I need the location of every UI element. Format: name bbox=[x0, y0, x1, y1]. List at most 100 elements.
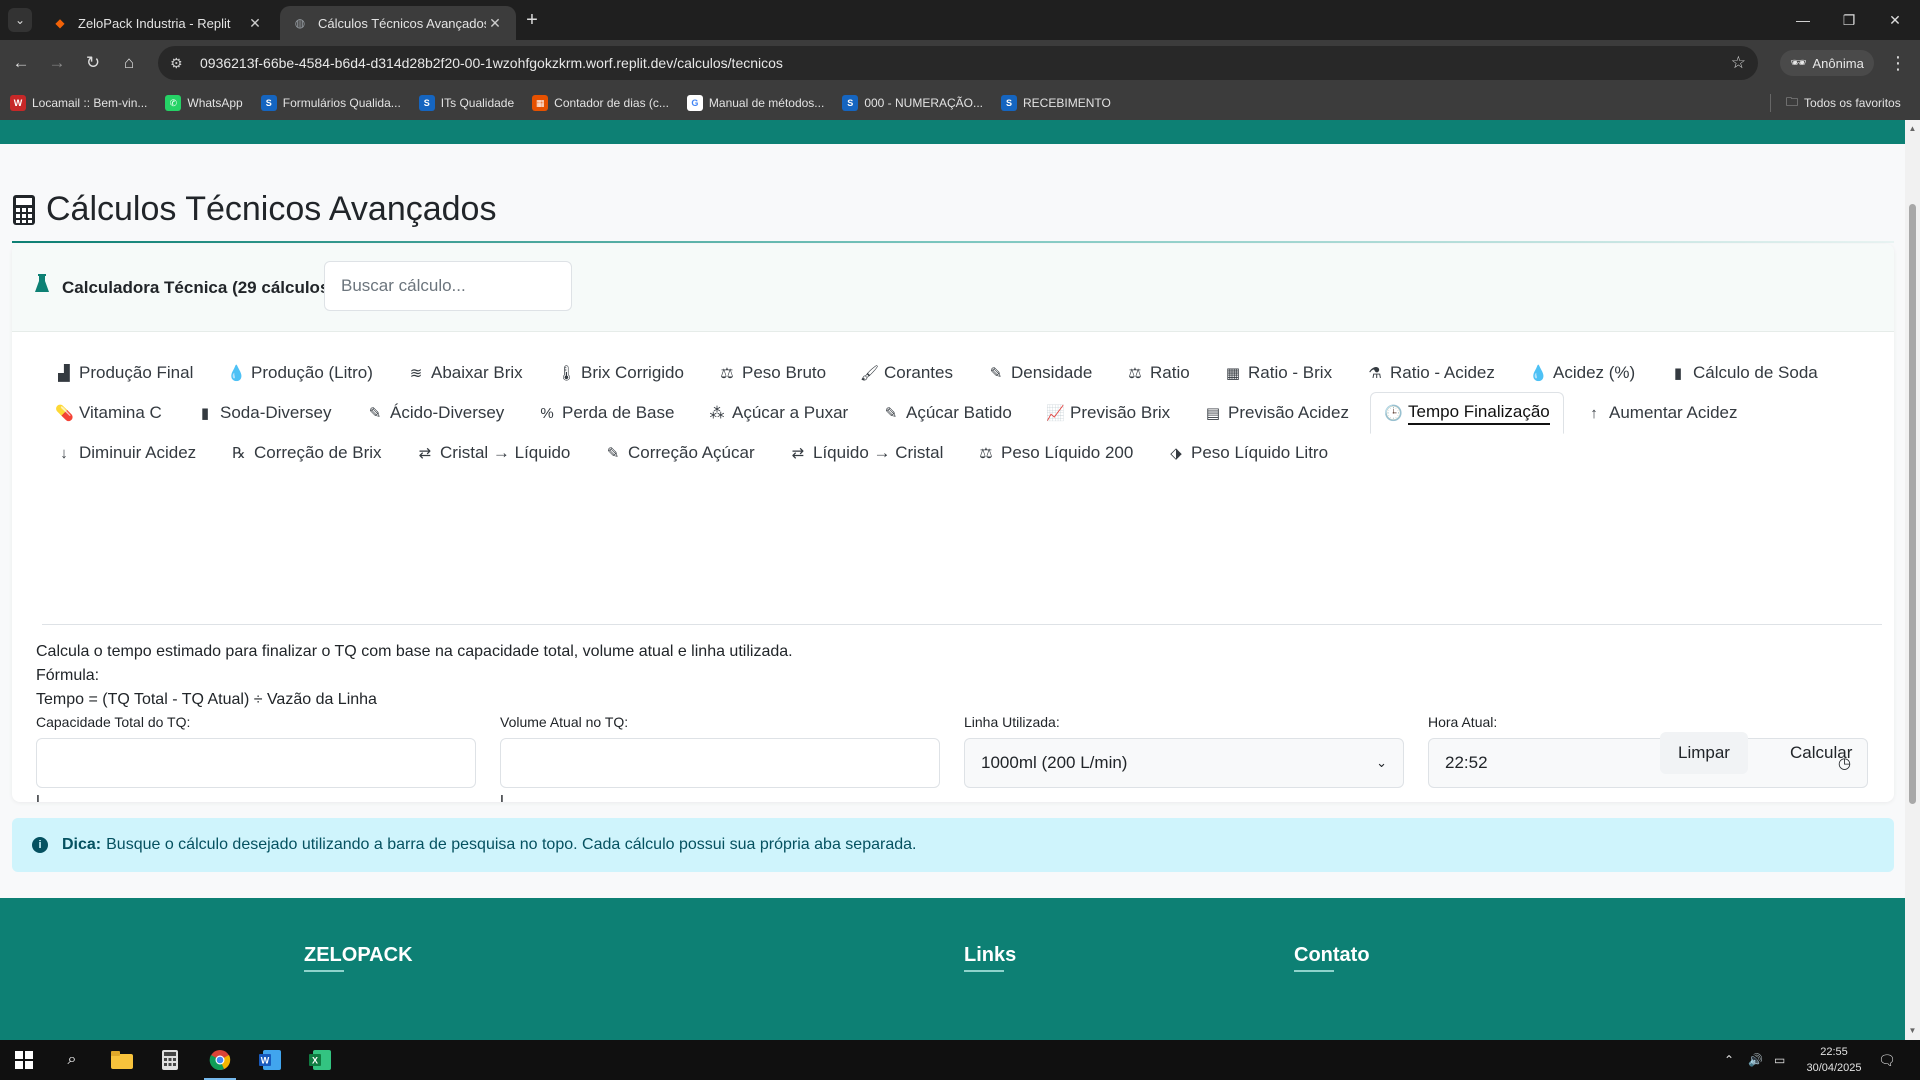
calc-tab[interactable]: 💧 Produção (Litro) bbox=[214, 352, 386, 394]
taskbar-clock[interactable]: 22:55 30/04/2025 bbox=[1798, 1044, 1870, 1076]
formula-text: Tempo = (TQ Total - TQ Atual) ÷ Vazão da… bbox=[36, 691, 377, 708]
notifications-icon[interactable]: 🗨 bbox=[1878, 1040, 1896, 1080]
calculator-app-icon[interactable] bbox=[146, 1040, 194, 1080]
calc-tab[interactable]: ▦ Ratio - Brix bbox=[1211, 352, 1345, 394]
all-bookmarks-button[interactable]: 🗀 Todos os favoritos bbox=[1786, 86, 1901, 120]
new-tab-button[interactable]: + bbox=[520, 8, 544, 32]
calc-tab[interactable]: 🌡 Brix Corrigido bbox=[544, 352, 697, 394]
forward-icon[interactable]: → bbox=[44, 50, 70, 76]
scroll-up-icon[interactable]: ▲ bbox=[1908, 124, 1917, 133]
calc-tab[interactable]: 🕒 Tempo Finalização bbox=[1370, 392, 1564, 434]
volume-icon[interactable]: 🔊 bbox=[1748, 1040, 1763, 1080]
clock-time: 22:55 bbox=[1820, 1046, 1848, 1058]
calc-tab[interactable]: ▮ Cálculo de Soda bbox=[1656, 352, 1831, 394]
bookmark-item[interactable]: S Formulários Qualida... bbox=[260, 95, 401, 111]
line-select[interactable]: 1000ml (200 L/min) ⌄ bbox=[964, 738, 1404, 788]
calc-tab-label: Acidez (%) bbox=[1553, 363, 1636, 382]
windows-start-icon[interactable] bbox=[0, 1040, 48, 1080]
calc-tab-icon: 🌡 bbox=[557, 365, 577, 382]
calc-tab[interactable]: ⚖ Ratio bbox=[1113, 352, 1203, 394]
calc-tab-label: Aumentar Acidez bbox=[1609, 403, 1738, 422]
browser-tab-zelopack[interactable]: ◆ ZeloPack Industria - Replit ✕ bbox=[40, 6, 276, 40]
restore-button[interactable]: ❐ bbox=[1826, 0, 1872, 40]
line-label: Linha Utilizada: bbox=[964, 714, 1060, 730]
calc-tab[interactable]: ⬗ Peso Líquido Litro bbox=[1154, 432, 1341, 474]
calc-tab-icon: ⚖ bbox=[720, 365, 734, 382]
calc-tab[interactable]: ↓ Diminuir Acidez bbox=[42, 432, 209, 474]
file-explorer-icon[interactable] bbox=[98, 1040, 146, 1080]
home-icon[interactable]: ⌂ bbox=[116, 50, 142, 76]
calc-tab[interactable]: ▮ Soda-Diversey bbox=[183, 392, 345, 434]
calc-tab[interactable]: 🖌 Corantes bbox=[847, 352, 966, 394]
calc-tab[interactable]: ⇄ Líquido → Cristal bbox=[776, 432, 956, 474]
windows-taskbar: ⌕ W X ⌃ 🔊 ▭ 22:55 30/04/2025 🗨 bbox=[0, 1040, 1920, 1080]
calc-tab-label: Produção Final bbox=[79, 363, 194, 382]
calc-tab[interactable]: ↑ Aumentar Acidez bbox=[1572, 392, 1751, 434]
calc-tab[interactable]: ✎ Densidade bbox=[974, 352, 1105, 394]
excel-icon[interactable]: X bbox=[296, 1040, 344, 1080]
bookmark-label: WhatsApp bbox=[187, 96, 243, 110]
window-close-button[interactable]: ✕ bbox=[1872, 0, 1918, 40]
calc-tab-icon: ℞ bbox=[232, 445, 246, 462]
calc-tab-icon: ⬗ bbox=[1170, 445, 1182, 462]
clear-button[interactable]: Limpar bbox=[1660, 732, 1748, 774]
scrollbar-thumb[interactable] bbox=[1909, 204, 1916, 804]
scroll-down-icon[interactable]: ▼ bbox=[1908, 1026, 1917, 1035]
close-tab-icon[interactable]: ✕ bbox=[486, 15, 504, 32]
calc-tab[interactable]: 📈 Previsão Brix bbox=[1033, 392, 1183, 434]
calc-tab-label: Peso Líquido 200 bbox=[1001, 443, 1134, 462]
bookmark-item[interactable]: ▦ Contador de dias (c... bbox=[532, 95, 669, 111]
calc-tab[interactable]: ▤ Previsão Acidez bbox=[1191, 392, 1362, 434]
volume-input[interactable] bbox=[500, 738, 940, 788]
minimize-button[interactable]: — bbox=[1780, 0, 1826, 40]
tab-search-button[interactable]: ⌄ bbox=[8, 8, 32, 32]
search-input[interactable] bbox=[324, 261, 572, 311]
bookmark-star-icon[interactable]: ☆ bbox=[1731, 53, 1746, 73]
bookmark-item[interactable]: G Manual de métodos... bbox=[686, 95, 824, 111]
calc-tab[interactable]: ⚗ Ratio - Acidez bbox=[1353, 352, 1508, 394]
bookmark-favicon-icon: W bbox=[10, 95, 26, 111]
address-bar[interactable]: ⚙ 0936213f-66be-4584-b6d4-d314d28b2f20-0… bbox=[158, 46, 1758, 80]
close-tab-icon[interactable]: ✕ bbox=[246, 15, 264, 32]
bookmark-item[interactable]: S RECEBIMENTO bbox=[1001, 95, 1111, 111]
capacity-input[interactable] bbox=[36, 738, 476, 788]
calc-tab[interactable]: ✎ Correção Açúcar bbox=[591, 432, 768, 474]
word-icon[interactable]: W bbox=[246, 1040, 294, 1080]
browser-tab-calculos[interactable]: ◍ Cálculos Técnicos Avançados - ZeloPack… bbox=[280, 6, 516, 40]
calc-tab[interactable]: ⚖ Peso Bruto bbox=[705, 352, 839, 394]
site-info-icon[interactable]: ⚙ bbox=[170, 55, 188, 72]
calc-tab[interactable]: ✎ Ácido-Diversey bbox=[353, 392, 517, 434]
chrome-icon[interactable] bbox=[196, 1040, 244, 1080]
calc-tab[interactable]: ⇄ Cristal → Líquido bbox=[403, 432, 583, 474]
calculate-button[interactable]: Calcular bbox=[1772, 732, 1870, 774]
info-icon: i bbox=[32, 837, 48, 853]
calc-tab[interactable]: ℞ Correção de Brix bbox=[217, 432, 395, 474]
calc-tab-label: Tempo Finalização bbox=[1408, 402, 1550, 425]
calc-tab[interactable]: ⁂ Açúcar a Puxar bbox=[695, 392, 861, 434]
show-hidden-icons[interactable]: ⌃ bbox=[1724, 1040, 1734, 1080]
calc-tab[interactable]: ≋ Abaixar Brix bbox=[394, 352, 536, 394]
bookmark-item[interactable]: W Locamail :: Bem-vin... bbox=[10, 95, 147, 111]
calc-tab[interactable]: 💊 Vitamina C bbox=[42, 392, 175, 434]
bookmark-item[interactable]: ✆ WhatsApp bbox=[165, 95, 243, 111]
reload-icon[interactable]: ↻ bbox=[80, 50, 106, 76]
battery-icon[interactable]: ▭ bbox=[1774, 1040, 1785, 1080]
calc-tab-icon: 🖌 bbox=[860, 365, 880, 382]
chevron-down-icon: ⌄ bbox=[1376, 755, 1387, 770]
page-scrollbar[interactable]: ▲ ▼ bbox=[1905, 120, 1920, 1040]
calc-tab[interactable]: ⚖ Peso Líquido 200 bbox=[964, 432, 1146, 474]
search-icon[interactable]: ⌕ bbox=[48, 1040, 96, 1080]
bookmark-label: ITs Qualidade bbox=[440, 96, 515, 110]
calc-tab[interactable]: ▟ Produção Final bbox=[42, 352, 206, 394]
profile-button[interactable]: 🕶 Anônima bbox=[1780, 50, 1874, 76]
calc-tab[interactable]: ✎ Açúcar Batido bbox=[869, 392, 1025, 434]
browser-menu-icon[interactable]: ⋮ bbox=[1888, 50, 1908, 76]
bookmark-item[interactable]: S ITs Qualidade bbox=[418, 95, 515, 111]
calc-tab-icon: ✎ bbox=[989, 365, 1003, 382]
bookmark-item[interactable]: S 000 - NUMERAÇÃO... bbox=[842, 95, 983, 111]
calc-tab[interactable]: % Perda de Base bbox=[525, 392, 687, 434]
back-icon[interactable]: ← bbox=[8, 50, 34, 76]
calc-tab-label: Correção Açúcar bbox=[628, 443, 755, 462]
calc-tab[interactable]: 💧 Acidez (%) bbox=[1516, 352, 1648, 394]
volume-label: Volume Atual no TQ: bbox=[500, 714, 629, 730]
